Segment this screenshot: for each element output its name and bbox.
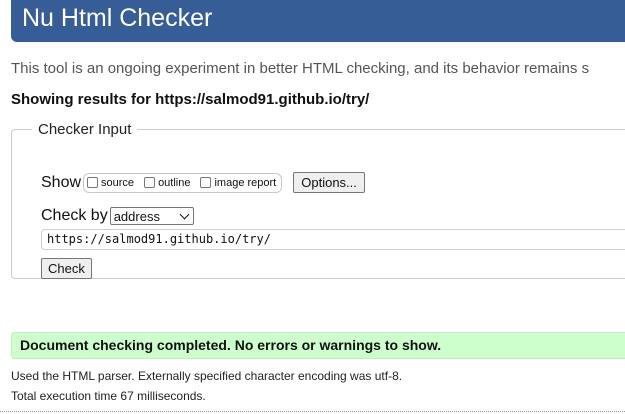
options-button[interactable]: Options...	[293, 172, 365, 193]
chevron-down-icon	[179, 209, 190, 219]
header-bar: Nu Html Checker	[11, 0, 625, 42]
outline-checkbox[interactable]: outline	[144, 177, 190, 189]
image-report-checkbox-box[interactable]	[200, 177, 212, 188]
checker-input-legend: Checker Input	[38, 121, 132, 138]
check-by-selected-value: address	[113, 208, 160, 224]
image-report-checkbox-label: image report	[214, 176, 277, 189]
check-by-label: Check by	[41, 207, 108, 224]
check-button[interactable]: Check	[41, 258, 92, 279]
show-options-group: source outline image report	[83, 172, 283, 193]
image-report-checkbox[interactable]: image report	[200, 177, 276, 189]
source-checkbox-label: source	[101, 176, 135, 189]
check-by-row: Check by address	[41, 207, 194, 225]
dotted-divider	[0, 411, 625, 412]
url-input[interactable]: https://salmod91.github.io/try/	[41, 229, 625, 250]
execution-time-info: Total execution time 67 milliseconds.	[11, 389, 206, 403]
page: Nu Html Checker This tool is an ongoing …	[0, 0, 625, 414]
show-label: Show	[41, 173, 82, 191]
outline-checkbox-label: outline	[158, 176, 191, 189]
checker-input-fieldset: Checker Input Show source outline image …	[11, 121, 625, 279]
intro-text: This tool is an ongoing experiment in be…	[11, 60, 590, 77]
source-checkbox[interactable]: source	[87, 177, 134, 189]
outline-checkbox-box[interactable]	[144, 177, 156, 188]
page-title: Nu Html Checker	[22, 4, 213, 32]
parser-info: Used the HTML parser. Externally specifi…	[11, 369, 403, 383]
success-message: Document checking completed. No errors o…	[11, 332, 625, 359]
show-row: Show source outline image report Options…	[41, 172, 365, 193]
source-checkbox-box[interactable]	[87, 177, 99, 188]
check-by-select[interactable]: address	[109, 207, 194, 225]
results-heading: Showing results for https://salmod91.git…	[11, 91, 370, 108]
